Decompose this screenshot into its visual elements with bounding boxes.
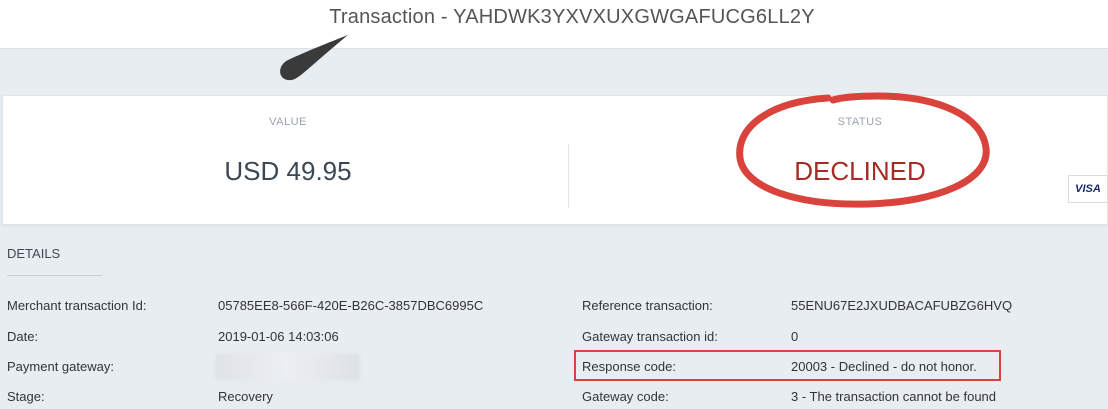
annotation-arrow-icon	[280, 35, 348, 81]
details-underline	[7, 275, 102, 276]
merchant-transaction-id-value: 05785EE8-566F-420E-B26C-3857DBC6995C	[218, 298, 484, 313]
stage-value: Recovery	[218, 389, 273, 404]
gateway-transaction-id-label: Gateway transaction id:	[582, 329, 718, 344]
date-value: 2019-01-06 14:03:06	[218, 329, 339, 344]
payment-gateway-value-redacted	[215, 353, 360, 381]
visa-icon: VISA	[1068, 175, 1108, 203]
value-amount: USD 49.95	[224, 156, 352, 186]
date-label: Date:	[7, 329, 39, 344]
response-code-value: 20003 - Declined - do not honor.	[791, 359, 977, 374]
page-title: Transaction - YAHDWK3YXVXUXGWGAFUCG6LL2Y	[329, 6, 815, 28]
gateway-code-value: 3 - The transaction cannot be found	[791, 389, 997, 404]
gateway-transaction-id-value: 0	[791, 329, 799, 344]
summary-divider	[568, 144, 569, 208]
top-bar: Transaction - YAHDWK3YXVXUXGWGAFUCG6LL2Y	[0, 0, 1108, 49]
stage-label: Stage:	[7, 389, 45, 404]
details-heading: DETAILS	[7, 246, 61, 261]
response-code-label: Response code:	[582, 359, 676, 374]
status-annotation-circle	[736, 92, 990, 208]
merchant-transaction-id-label: Merchant transaction Id:	[7, 298, 147, 313]
reference-transaction-label: Reference transaction:	[582, 298, 713, 313]
reference-transaction-value[interactable]: 55ENU67E2JXUDBACAFUBZG6HVQ	[791, 298, 1012, 313]
gateway-code-label: Gateway code:	[582, 389, 669, 404]
payment-gateway-label: Payment gateway:	[7, 359, 114, 374]
value-label: VALUE	[269, 116, 307, 128]
